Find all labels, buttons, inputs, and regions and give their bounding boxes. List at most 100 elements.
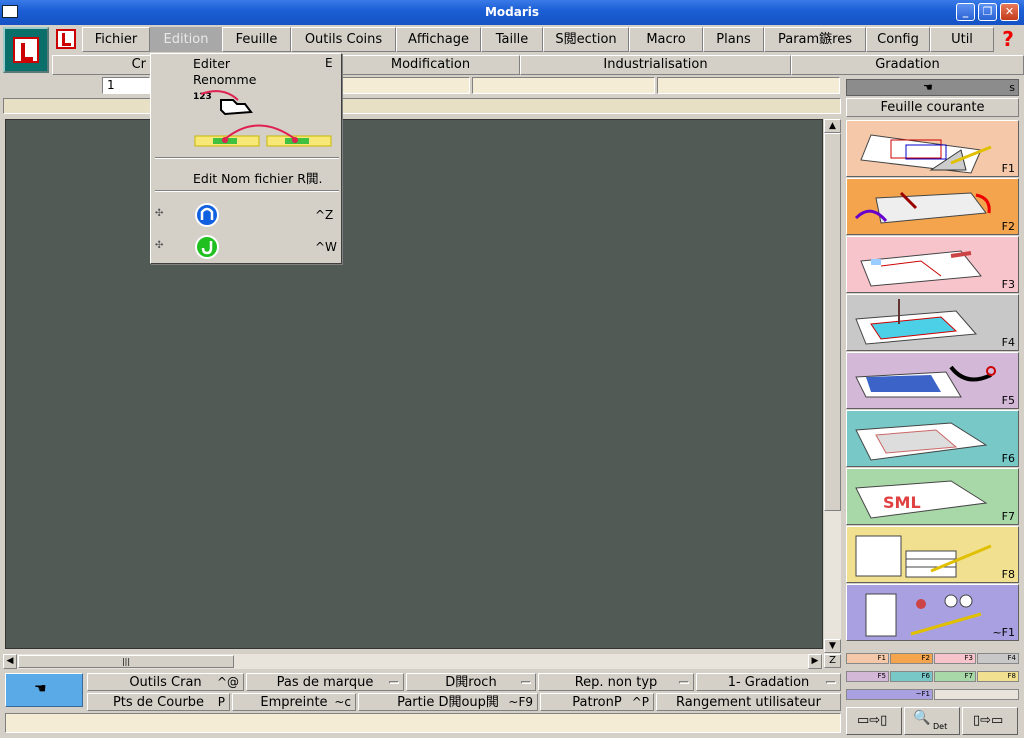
menu-util[interactable]: Util <box>930 27 994 52</box>
tool-patronp[interactable]: PatronP ^P <box>540 693 654 711</box>
legend-f4: F4 <box>977 653 1019 664</box>
swap-pieces-item[interactable] <box>193 120 333 150</box>
gradation-icon <box>855 299 978 345</box>
field-index[interactable]: 1 <box>102 77 150 94</box>
placement-icon <box>855 365 996 398</box>
tool-label: Empreinte <box>260 695 328 710</box>
f7-button[interactable]: SML F7 <box>846 468 1019 525</box>
people-garment-icon <box>865 593 982 637</box>
f2-label: F2 <box>1001 220 1015 233</box>
enter-pattern-icon[interactable]: ▭⇨▯ <box>846 707 902 735</box>
f1-variant-button[interactable]: ~F1 <box>846 584 1019 641</box>
menu-item-renomme[interactable]: Renomme <box>193 72 256 87</box>
f3-industrialisation-button[interactable]: F3 <box>846 236 1019 293</box>
pin-icon: ✣ <box>155 208 164 219</box>
menu-feuille[interactable]: Feuille <box>222 27 291 52</box>
help-icon[interactable]: ? <box>994 27 1022 52</box>
tool-label: D閧roch <box>445 675 497 690</box>
tool-gradation[interactable]: 1- Gradation <box>696 673 841 691</box>
menu-item-editer[interactable]: Editer <box>193 56 230 71</box>
redo-item[interactable]: ✣ ^W <box>155 235 339 260</box>
undo-shortcut: ^Z <box>315 208 334 222</box>
pointer-tool-button[interactable]: ☚ <box>5 673 83 707</box>
panel-header[interactable]: ☚ s <box>846 79 1019 96</box>
scroll-right-icon[interactable]: ▶ <box>808 654 822 669</box>
close-button[interactable]: ✕ <box>1000 3 1019 21</box>
modaris-logo-icon[interactable] <box>3 27 49 73</box>
legend-f6: F6 <box>890 671 933 682</box>
f5-placement-button[interactable]: F5 <box>846 352 1019 409</box>
legend-f8: F8 <box>977 671 1019 682</box>
f2-modify-button[interactable]: F2 <box>846 178 1019 235</box>
tool-rangement-utilisateur[interactable]: Rangement utilisateur <box>656 693 841 711</box>
tool-decrochage[interactable]: D閧roch <box>406 673 536 691</box>
menu-config[interactable]: Config <box>866 27 930 52</box>
color-legend: F1 F2 F3 F4 F5 F6 F7 F8 ~F1 <box>846 651 1019 703</box>
menu-separator <box>155 190 339 192</box>
menu-separator <box>155 157 339 159</box>
zoom-z-icon[interactable]: Z <box>824 654 841 668</box>
legend-f1: F1 <box>846 653 889 664</box>
undo-item[interactable]: ✣ ^Z <box>155 203 339 228</box>
dropdown-indicator-icon <box>389 681 399 684</box>
field-4 <box>657 77 840 94</box>
rename-folder-item[interactable]: 123 <box>193 88 263 118</box>
dropdown-indicator-icon <box>826 681 836 684</box>
tool-pas-de-marque[interactable]: Pas de marque <box>246 673 404 691</box>
menu-item-edit-nom-fichier[interactable]: Edit Nom fichier R閧. <box>193 168 322 187</box>
tool-pts-de-courbe[interactable]: Pts de Courbe P <box>87 693 230 711</box>
dropdown-indicator-icon <box>679 681 689 684</box>
current-sheet-button[interactable]: Feuille courante <box>846 98 1019 117</box>
legend-f2: F2 <box>890 653 933 664</box>
menu-edition[interactable]: Edition <box>150 27 222 52</box>
tool-label: Outils Cran <box>129 675 202 690</box>
f1-label: F1 <box>1001 162 1015 175</box>
field-3 <box>472 77 655 94</box>
scroll-down-icon[interactable]: ▼ <box>824 639 841 653</box>
f8-button[interactable]: F8 <box>846 526 1019 583</box>
tool-partie-decoupee[interactable]: Partie D閧oup閧 ~F9 <box>358 693 538 711</box>
edition-dropdown-menu: Editer E Renomme 123 Edit Nom fichier R閧… <box>150 53 342 264</box>
work-sheet-canvas[interactable] <box>5 119 823 649</box>
vertical-scroll-thumb[interactable] <box>824 133 841 511</box>
redo-icon <box>195 235 219 259</box>
f4-label: F4 <box>1001 336 1015 349</box>
rename-folder-icon <box>200 90 253 116</box>
menu-parametres[interactable]: Param鏃res <box>764 27 866 52</box>
tool-outils-cran[interactable]: Outils Cran ^@ <box>87 673 244 691</box>
tool-shortcut: ^P <box>631 695 649 709</box>
scroll-left-icon[interactable]: ◀ <box>3 654 17 669</box>
menu-selection[interactable]: S閲ection <box>543 27 629 52</box>
window-title: Modaris <box>484 5 540 19</box>
scroll-up-icon[interactable]: ▲ <box>824 119 841 133</box>
tool-label: 1- Gradation <box>727 675 810 690</box>
menu-affichage[interactable]: Affichage <box>396 27 481 52</box>
submenu-creation[interactable]: Cr <box>52 55 151 75</box>
tool-label: PatronP <box>572 695 622 710</box>
legend-f7: F7 <box>934 671 976 682</box>
menu-macro[interactable]: Macro <box>629 27 703 52</box>
f6-button[interactable]: F6 <box>846 410 1019 467</box>
red-document-icon[interactable] <box>56 29 76 49</box>
submenu-modification[interactable]: Modification <box>341 55 520 75</box>
menu-outils-coins[interactable]: Outils Coins <box>291 27 396 52</box>
pattern-creation-icon <box>860 134 992 174</box>
f3-label: F3 <box>1001 278 1015 291</box>
menu-plans[interactable]: Plans <box>703 27 764 52</box>
legend-f5: F5 <box>846 671 889 682</box>
menu-taille[interactable]: Taille <box>481 27 543 52</box>
f1-create-button[interactable]: F1 <box>846 120 1019 177</box>
submenu-industrialisation[interactable]: Industrialisation <box>520 55 791 75</box>
exit-pattern-icon[interactable]: ▯⇨▭ <box>962 707 1018 735</box>
horizontal-scroll-thumb[interactable]: ||| <box>18 655 234 668</box>
restore-button[interactable]: ❐ <box>978 3 997 21</box>
submenu-gradation[interactable]: Gradation <box>791 55 1024 75</box>
f4-gradation-button[interactable]: F4 <box>846 294 1019 351</box>
dropdown-indicator-icon <box>521 681 531 684</box>
magnifier-detail-icon[interactable]: 🔍 Det <box>904 707 960 735</box>
minimize-button[interactable]: _ <box>956 3 975 21</box>
tool-shortcut: ~c <box>334 695 351 709</box>
tool-empreinte[interactable]: Empreinte ~c <box>232 693 356 711</box>
menu-fichier[interactable]: Fichier <box>82 27 150 52</box>
tool-rep-non-type[interactable]: Rep. non typ <box>538 673 694 691</box>
